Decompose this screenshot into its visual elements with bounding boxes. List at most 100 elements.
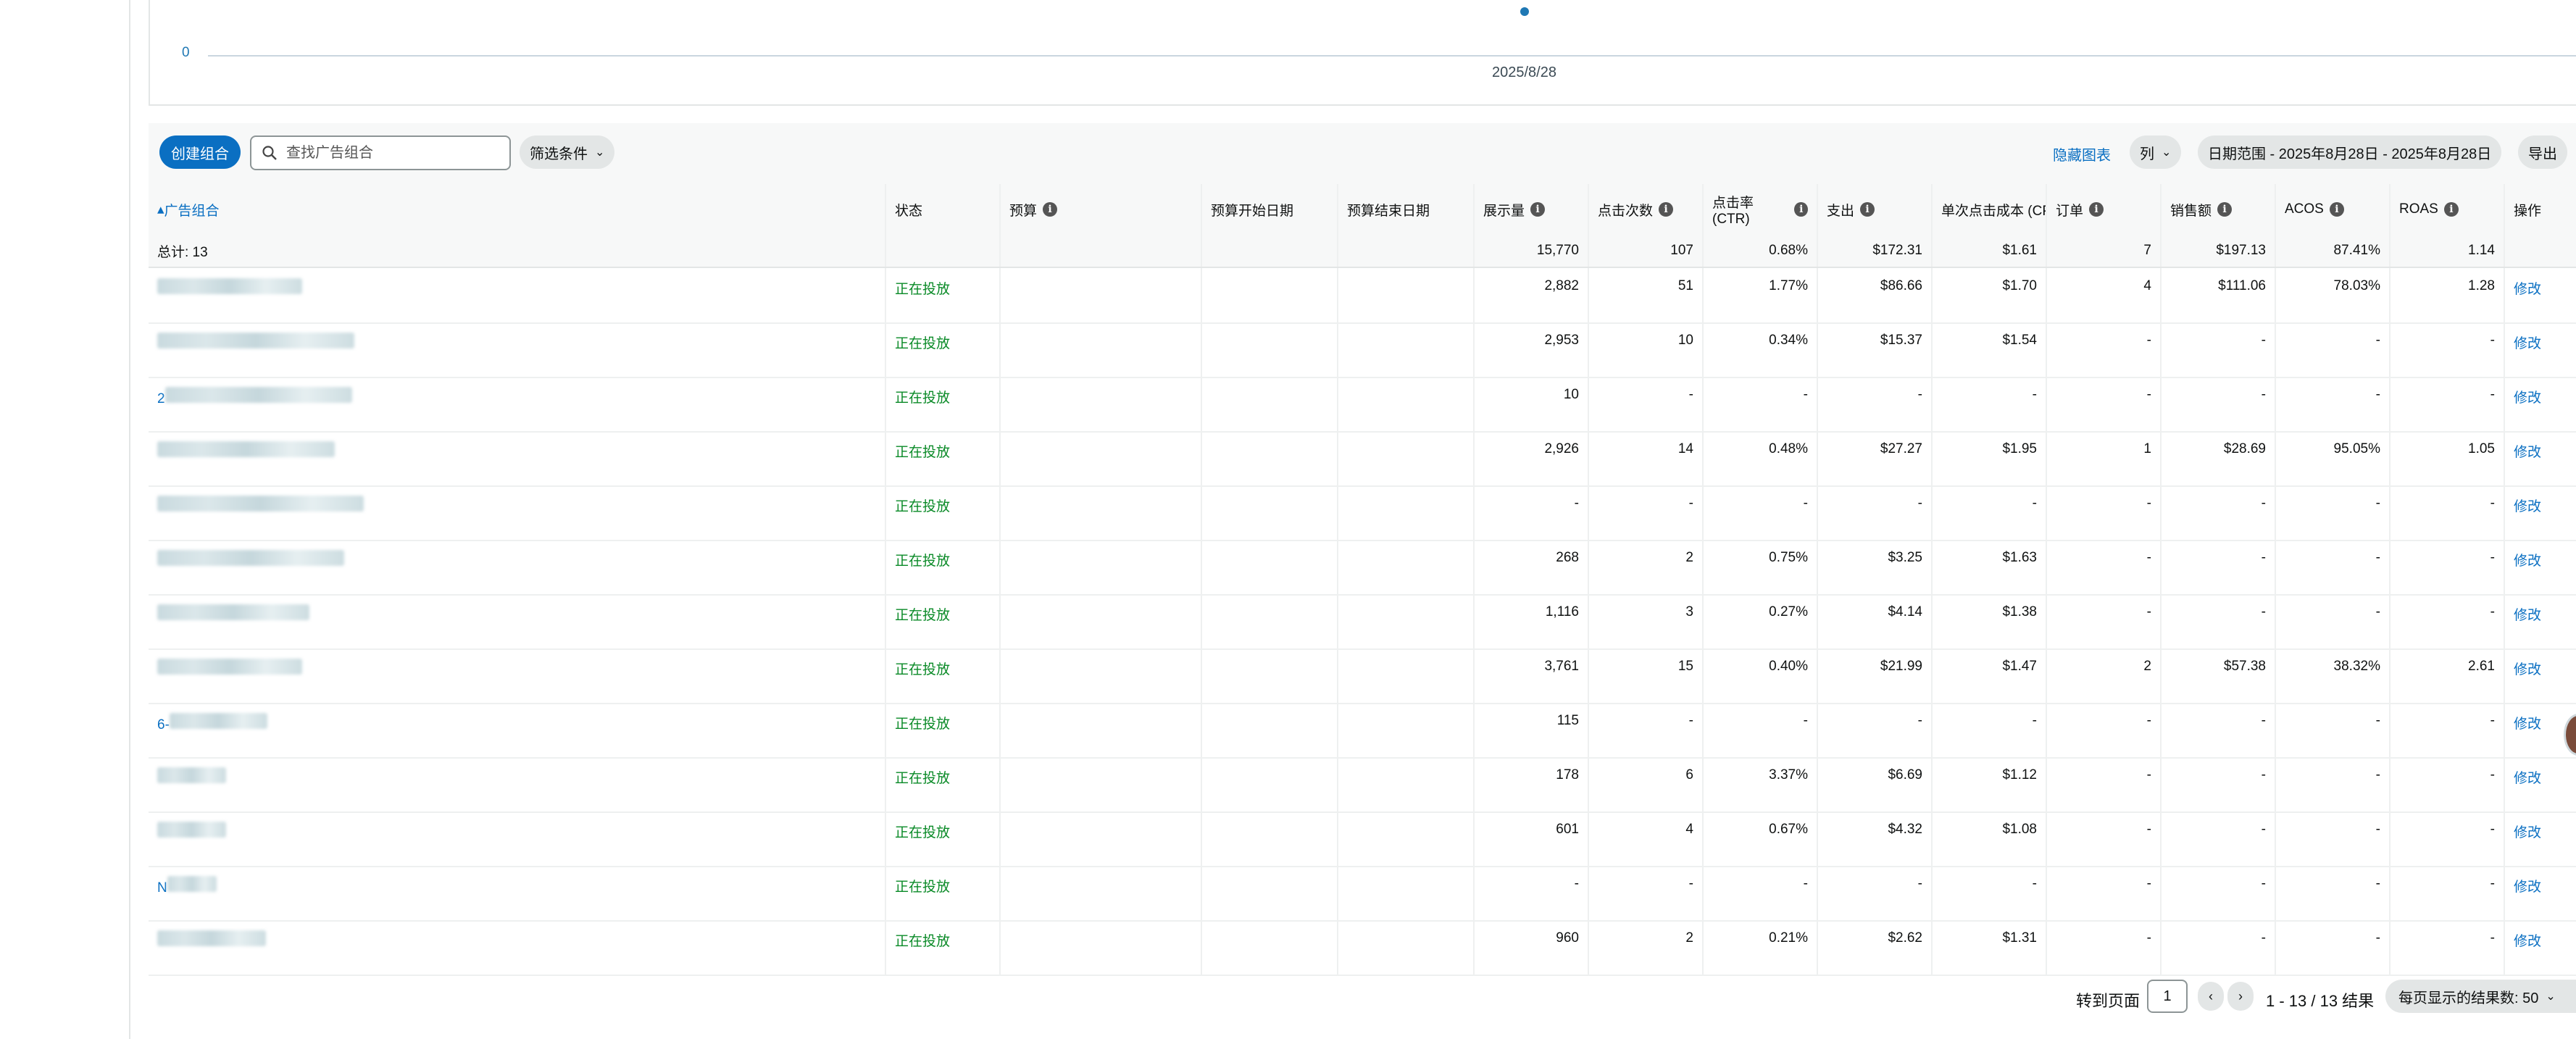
edit-link[interactable]: 修改 [2505,757,2576,811]
cell-clicks: 10 [1589,322,1704,377]
column-header-acos[interactable]: ACOS i [2276,184,2390,235]
cell-budget-start [1202,703,1338,757]
cell-status: 正在投放 [886,703,1001,757]
column-header-ctr[interactable]: 点击率 (CTR) i [1704,184,1818,235]
search-input[interactable] [285,143,498,162]
column-header-sales[interactable]: 销售额 i [2162,184,2276,235]
edit-link[interactable]: 修改 [2505,268,2576,322]
portfolio-name-link[interactable]: N [149,866,886,920]
redacted-portfolio-name [167,876,217,892]
cell-cpc: $1.12 [1933,757,2047,811]
cell-impressions: 960 [1475,920,1589,975]
cell-budget-end [1338,540,1475,594]
portfolio-name-link[interactable] [149,431,886,485]
cell-budget [1001,811,1202,866]
edit-link[interactable]: 修改 [2505,594,2576,648]
portfolio-name-link[interactable] [149,757,886,811]
columns-button[interactable]: 列 ⌄ [2130,135,2182,169]
export-button[interactable]: 导出 [2518,135,2567,169]
previous-page-button[interactable]: ‹ [2198,982,2224,1011]
edit-link[interactable]: 修改 [2505,377,2576,431]
cell-orders: - [2047,322,2162,377]
info-icon[interactable]: i [1530,202,1546,217]
info-icon[interactable]: i [1860,202,1875,217]
edit-link[interactable]: 修改 [2505,322,2576,377]
date-range-button[interactable]: 日期范围 - 2025年8月28日 - 2025年8月28日 [2198,135,2502,169]
cell-sales: $57.38 [2162,648,2276,703]
portfolio-name-link[interactable] [149,322,886,377]
cell-status: 正在投放 [886,431,1001,485]
cell-budget [1001,377,1202,431]
edit-link[interactable]: 修改 [2505,431,2576,485]
cell-sales: - [2162,866,2276,920]
cell-sales: - [2162,540,2276,594]
info-icon[interactable]: i [1043,202,1058,217]
column-header-impressions[interactable]: 展示量 i [1475,184,1589,235]
cell-roas: - [2390,811,2505,866]
cell-status: 正在投放 [886,757,1001,811]
column-header-orders[interactable]: 订单 i [2047,184,2162,235]
info-icon[interactable]: i [2329,202,2344,217]
page-number-input[interactable]: 1 [2147,980,2188,1013]
chart-data-point[interactable] [1520,7,1529,16]
per-page-select[interactable]: 每页显示的结果数: 50 ⌄ [2385,980,2576,1013]
cell-impressions: 268 [1475,540,1589,594]
column-header-name[interactable]: ▴ 广告组合 [149,184,886,235]
cell-orders: 2 [2047,648,2162,703]
cell-budget-start [1202,322,1338,377]
cell-sales: - [2162,811,2276,866]
cell-roas: 1.05 [2390,431,2505,485]
column-header-spend[interactable]: 支出 i [1818,184,1933,235]
cell-orders: - [2047,594,2162,648]
edit-link[interactable]: 修改 [2505,866,2576,920]
portfolio-name-link[interactable] [149,485,886,540]
cell-roas: - [2390,866,2505,920]
info-icon[interactable]: i [1659,202,1674,217]
per-page-label: 每页显示的结果数: 50 [2398,990,2539,1006]
edit-link[interactable]: 修改 [2505,485,2576,540]
table-row: 正在投放 3,761 15 0.40% $21.99 $1.47 2 $57.38 38.32%… [149,648,2576,704]
column-header-roas[interactable]: ROAS i [2390,184,2505,235]
totals-acos: 87.41% [2276,235,2390,267]
cell-roas: - [2390,594,2505,648]
column-header-status[interactable]: 状态 [886,184,1001,235]
column-header-budget-start[interactable]: 预算开始日期 [1202,184,1338,235]
hide-chart-link[interactable]: 隐藏图表 [2053,143,2111,164]
cell-roas: - [2390,920,2505,975]
redacted-portfolio-name [157,333,354,349]
column-header-budget-end[interactable]: 预算结束日期 [1338,184,1475,235]
column-header-cpc[interactable]: 单次点击成本 (CPC) [1933,184,2047,235]
table-row: 正在投放 601 4 0.67% $4.32 $1.08- - - - 修改 [149,811,2576,867]
cell-budget [1001,866,1202,920]
cell-budget-end [1338,377,1475,431]
filter-button[interactable]: 筛选条件 ⌄ [520,135,615,169]
search-box[interactable] [250,135,511,170]
info-icon[interactable]: i [2089,202,2104,217]
column-header-budget[interactable]: 预算 i [1001,184,1202,235]
totals-impressions: 15,770 [1475,235,1589,267]
portfolio-name-link[interactable] [149,811,886,866]
info-icon[interactable]: i [1794,202,1808,217]
create-portfolio-button[interactable]: 创建组合 [159,135,241,169]
portfolio-name-link[interactable] [149,268,886,322]
redacted-portfolio-name [157,930,266,946]
portfolio-name-link[interactable] [149,594,886,648]
cell-ctr: - [1704,377,1818,431]
portfolio-name-link[interactable] [149,648,886,703]
edit-link[interactable]: 修改 [2505,920,2576,975]
column-header-clicks[interactable]: 点击次数 i [1589,184,1704,235]
totals-clicks: 107 [1589,235,1704,267]
redacted-portfolio-name [157,767,226,783]
portfolio-name-link[interactable]: 2 [149,377,886,431]
edit-link[interactable]: 修改 [2505,540,2576,594]
portfolio-name-link[interactable]: 6- [149,703,886,757]
info-icon[interactable]: i [2443,202,2459,217]
portfolio-name-link[interactable] [149,920,886,975]
cell-sales: - [2162,920,2276,975]
info-icon[interactable]: i [2217,202,2233,217]
edit-link[interactable]: 修改 [2505,811,2576,866]
next-page-button[interactable]: › [2227,982,2254,1011]
portfolio-name-link[interactable] [149,540,886,594]
export-label: 导出 [2528,146,2557,162]
edit-link[interactable]: 修改 [2505,648,2576,703]
